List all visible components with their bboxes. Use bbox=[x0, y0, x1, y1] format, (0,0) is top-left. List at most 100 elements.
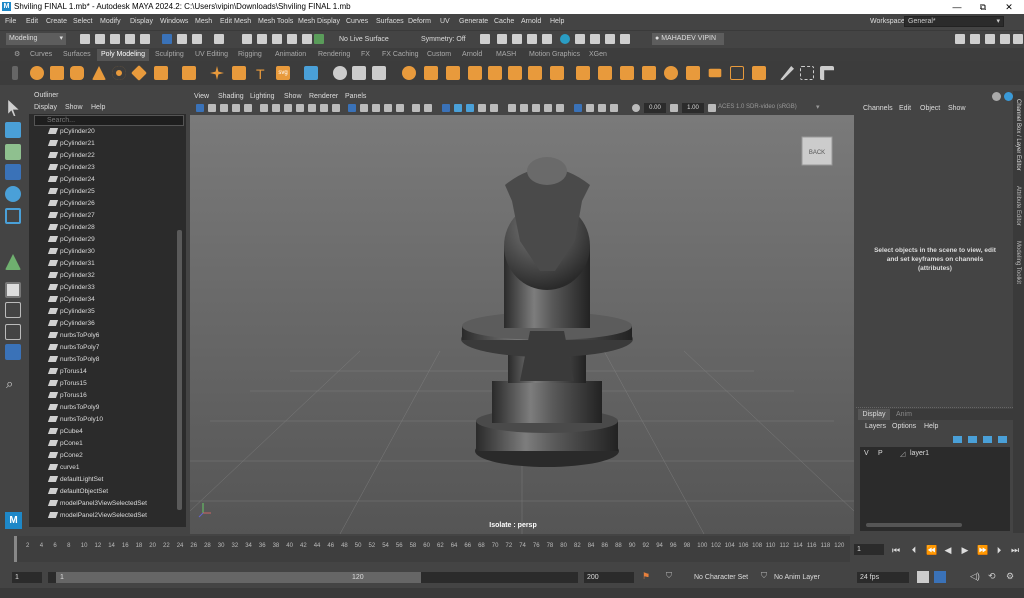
shelf-tab-fx-caching[interactable]: FX Caching bbox=[382, 51, 419, 58]
fps-dropdown[interactable]: 24 fps bbox=[857, 572, 909, 583]
menu-cache[interactable]: Cache bbox=[494, 18, 514, 25]
lasso-tool-icon[interactable] bbox=[5, 122, 21, 138]
safe-title-icon[interactable] bbox=[332, 104, 340, 112]
xray-toggle-icon[interactable] bbox=[544, 104, 552, 112]
step-back-key-icon[interactable]: ⏪ bbox=[926, 545, 937, 555]
outliner-layout-icon[interactable] bbox=[5, 344, 21, 360]
menu-edit[interactable]: Edit bbox=[26, 18, 38, 25]
menu-uv[interactable]: UV bbox=[440, 18, 450, 25]
scale-tool-icon[interactable] bbox=[5, 208, 21, 224]
poly-cylinder-icon[interactable] bbox=[70, 66, 84, 80]
outliner-scrollbar[interactable] bbox=[177, 230, 182, 510]
outliner-item[interactable]: pCylinder33 bbox=[47, 282, 95, 294]
channel-box-icon[interactable] bbox=[1013, 34, 1023, 44]
film-gate-icon[interactable] bbox=[272, 104, 280, 112]
go-to-start-icon[interactable]: ⏮ bbox=[891, 545, 901, 555]
arnold-render-icon[interactable] bbox=[560, 34, 570, 44]
camera-attributes-icon[interactable] bbox=[196, 104, 204, 112]
vp-menu-lighting[interactable]: Lighting bbox=[250, 93, 275, 100]
connect-icon[interactable] bbox=[642, 66, 656, 80]
use-all-lights-icon[interactable] bbox=[412, 104, 420, 112]
bend-icon[interactable] bbox=[550, 66, 564, 80]
bevel-icon[interactable] bbox=[508, 66, 522, 80]
insert-edge-loop-icon[interactable] bbox=[664, 66, 678, 80]
uv-layout-icon[interactable] bbox=[820, 66, 834, 80]
merge-icon[interactable] bbox=[528, 66, 542, 80]
vp-menu-renderer[interactable]: Renderer bbox=[309, 93, 338, 100]
menu-edit-mesh[interactable]: Edit Mesh bbox=[220, 18, 251, 25]
vp-menu-panels[interactable]: Panels bbox=[345, 93, 366, 100]
shelf-tab-fx[interactable]: FX bbox=[361, 51, 370, 58]
shelf-tab-arnold[interactable]: Arnold bbox=[462, 51, 482, 58]
outliner-item[interactable]: pCylinder35 bbox=[47, 306, 95, 318]
rotate-tool-icon[interactable] bbox=[5, 186, 21, 202]
snap-point-icon[interactable] bbox=[272, 34, 282, 44]
menu-file[interactable]: File bbox=[5, 18, 16, 25]
xray-joints-icon[interactable] bbox=[454, 104, 462, 112]
slide-edge-icon[interactable] bbox=[708, 68, 722, 78]
type-tool-icon[interactable]: T bbox=[256, 66, 265, 82]
shelf-tab-custom[interactable]: Custom bbox=[427, 51, 451, 58]
shelf-tab-poly-modeling[interactable]: Poly Modeling bbox=[97, 49, 149, 61]
anim-layer-icon[interactable]: ⛉ bbox=[761, 571, 767, 581]
outliner-item[interactable]: pCylinder32 bbox=[47, 270, 95, 282]
render-settings-icon[interactable] bbox=[527, 34, 537, 44]
sound-icon[interactable]: ◁) bbox=[970, 571, 980, 582]
quad-draw-icon[interactable] bbox=[620, 66, 634, 80]
ipr-icon[interactable] bbox=[590, 34, 600, 44]
side-tab-modeling-toolkit[interactable]: Modeling Toolkit bbox=[1015, 241, 1021, 284]
outliner-item[interactable]: defaultLightSet bbox=[47, 474, 103, 486]
outliner-item[interactable]: pTorus15 bbox=[47, 378, 87, 390]
last-tool-icon[interactable] bbox=[5, 254, 21, 270]
tool-settings-icon[interactable] bbox=[1000, 34, 1010, 44]
offset-edge-icon[interactable] bbox=[686, 66, 700, 80]
menu-windows[interactable]: Windows bbox=[160, 18, 188, 25]
exposure-field[interactable]: 0.00 bbox=[644, 103, 666, 113]
gamma-icon[interactable] bbox=[598, 104, 606, 112]
sweep-mesh-icon[interactable] bbox=[210, 66, 224, 80]
menu-arnold[interactable]: Arnold bbox=[521, 18, 541, 25]
poly-sphere-icon[interactable] bbox=[30, 66, 44, 80]
outliner-menu-help[interactable]: Help bbox=[91, 104, 105, 111]
menu-select[interactable]: Select bbox=[73, 18, 92, 25]
outliner-item[interactable]: pCone2 bbox=[47, 450, 83, 462]
menu-mesh-tools[interactable]: Mesh Tools bbox=[258, 18, 293, 25]
svg-tool-icon[interactable]: svg bbox=[276, 66, 290, 80]
loop-icon[interactable] bbox=[917, 571, 929, 583]
layer-tab-anim[interactable]: Anim bbox=[896, 411, 912, 418]
play-forwards-icon[interactable]: ▶ bbox=[960, 545, 970, 555]
bridge-icon[interactable] bbox=[488, 66, 502, 80]
history-icon[interactable] bbox=[480, 34, 490, 44]
shelf-tab-motion-graphics[interactable]: Motion Graphics bbox=[529, 51, 580, 58]
super-shape-icon[interactable] bbox=[182, 66, 196, 80]
new-layer-selected-icon[interactable] bbox=[998, 436, 1007, 443]
mirror-icon[interactable] bbox=[446, 66, 460, 80]
side-tab-attribute-editor[interactable]: Attribute Editor bbox=[1015, 186, 1021, 226]
channel-sync-icon[interactable] bbox=[992, 92, 1001, 101]
layer-menu-options[interactable]: Options bbox=[892, 423, 916, 430]
combine-icon[interactable] bbox=[352, 66, 366, 80]
anim-prefs-icon[interactable]: ⚙ bbox=[1006, 571, 1014, 582]
colorspace-dropdown[interactable]: ACES 1.0 SDR-video (sRGB) bbox=[718, 104, 822, 113]
step-forward-icon[interactable]: ⏵ bbox=[994, 545, 1004, 555]
textured-icon[interactable] bbox=[396, 104, 404, 112]
outliner-item[interactable]: pCylinder31 bbox=[47, 258, 95, 270]
maya-home-icon[interactable]: M bbox=[5, 512, 22, 529]
move-tool-icon[interactable] bbox=[5, 164, 21, 180]
sculpt-brush-icon[interactable] bbox=[780, 66, 794, 80]
crease-icon[interactable] bbox=[730, 66, 744, 80]
character-set-dropdown[interactable]: No Character Set bbox=[694, 574, 748, 581]
outliner-item[interactable]: nurbsToPoly6 bbox=[47, 330, 99, 342]
viewport-canvas[interactable]: BACK Isolate : persp bbox=[190, 91, 854, 534]
shelf-tab-animation[interactable]: Animation bbox=[275, 51, 306, 58]
shelf-tab-rendering[interactable]: Rendering bbox=[318, 51, 350, 58]
outliner-item[interactable]: nurbsToPoly7 bbox=[47, 342, 99, 354]
multicut-icon[interactable] bbox=[576, 66, 590, 80]
outliner-item[interactable]: pCylinder22 bbox=[47, 150, 95, 162]
layer-color-icon[interactable]: ◿ bbox=[900, 450, 905, 458]
pause-icon[interactable] bbox=[620, 34, 630, 44]
outliner-item[interactable]: curve1 bbox=[47, 462, 80, 474]
shelf-tab-curves[interactable]: Curves bbox=[30, 51, 52, 58]
outliner-item[interactable]: pCylinder29 bbox=[47, 234, 95, 246]
step-forward-key-icon[interactable]: ⏩ bbox=[977, 545, 988, 555]
